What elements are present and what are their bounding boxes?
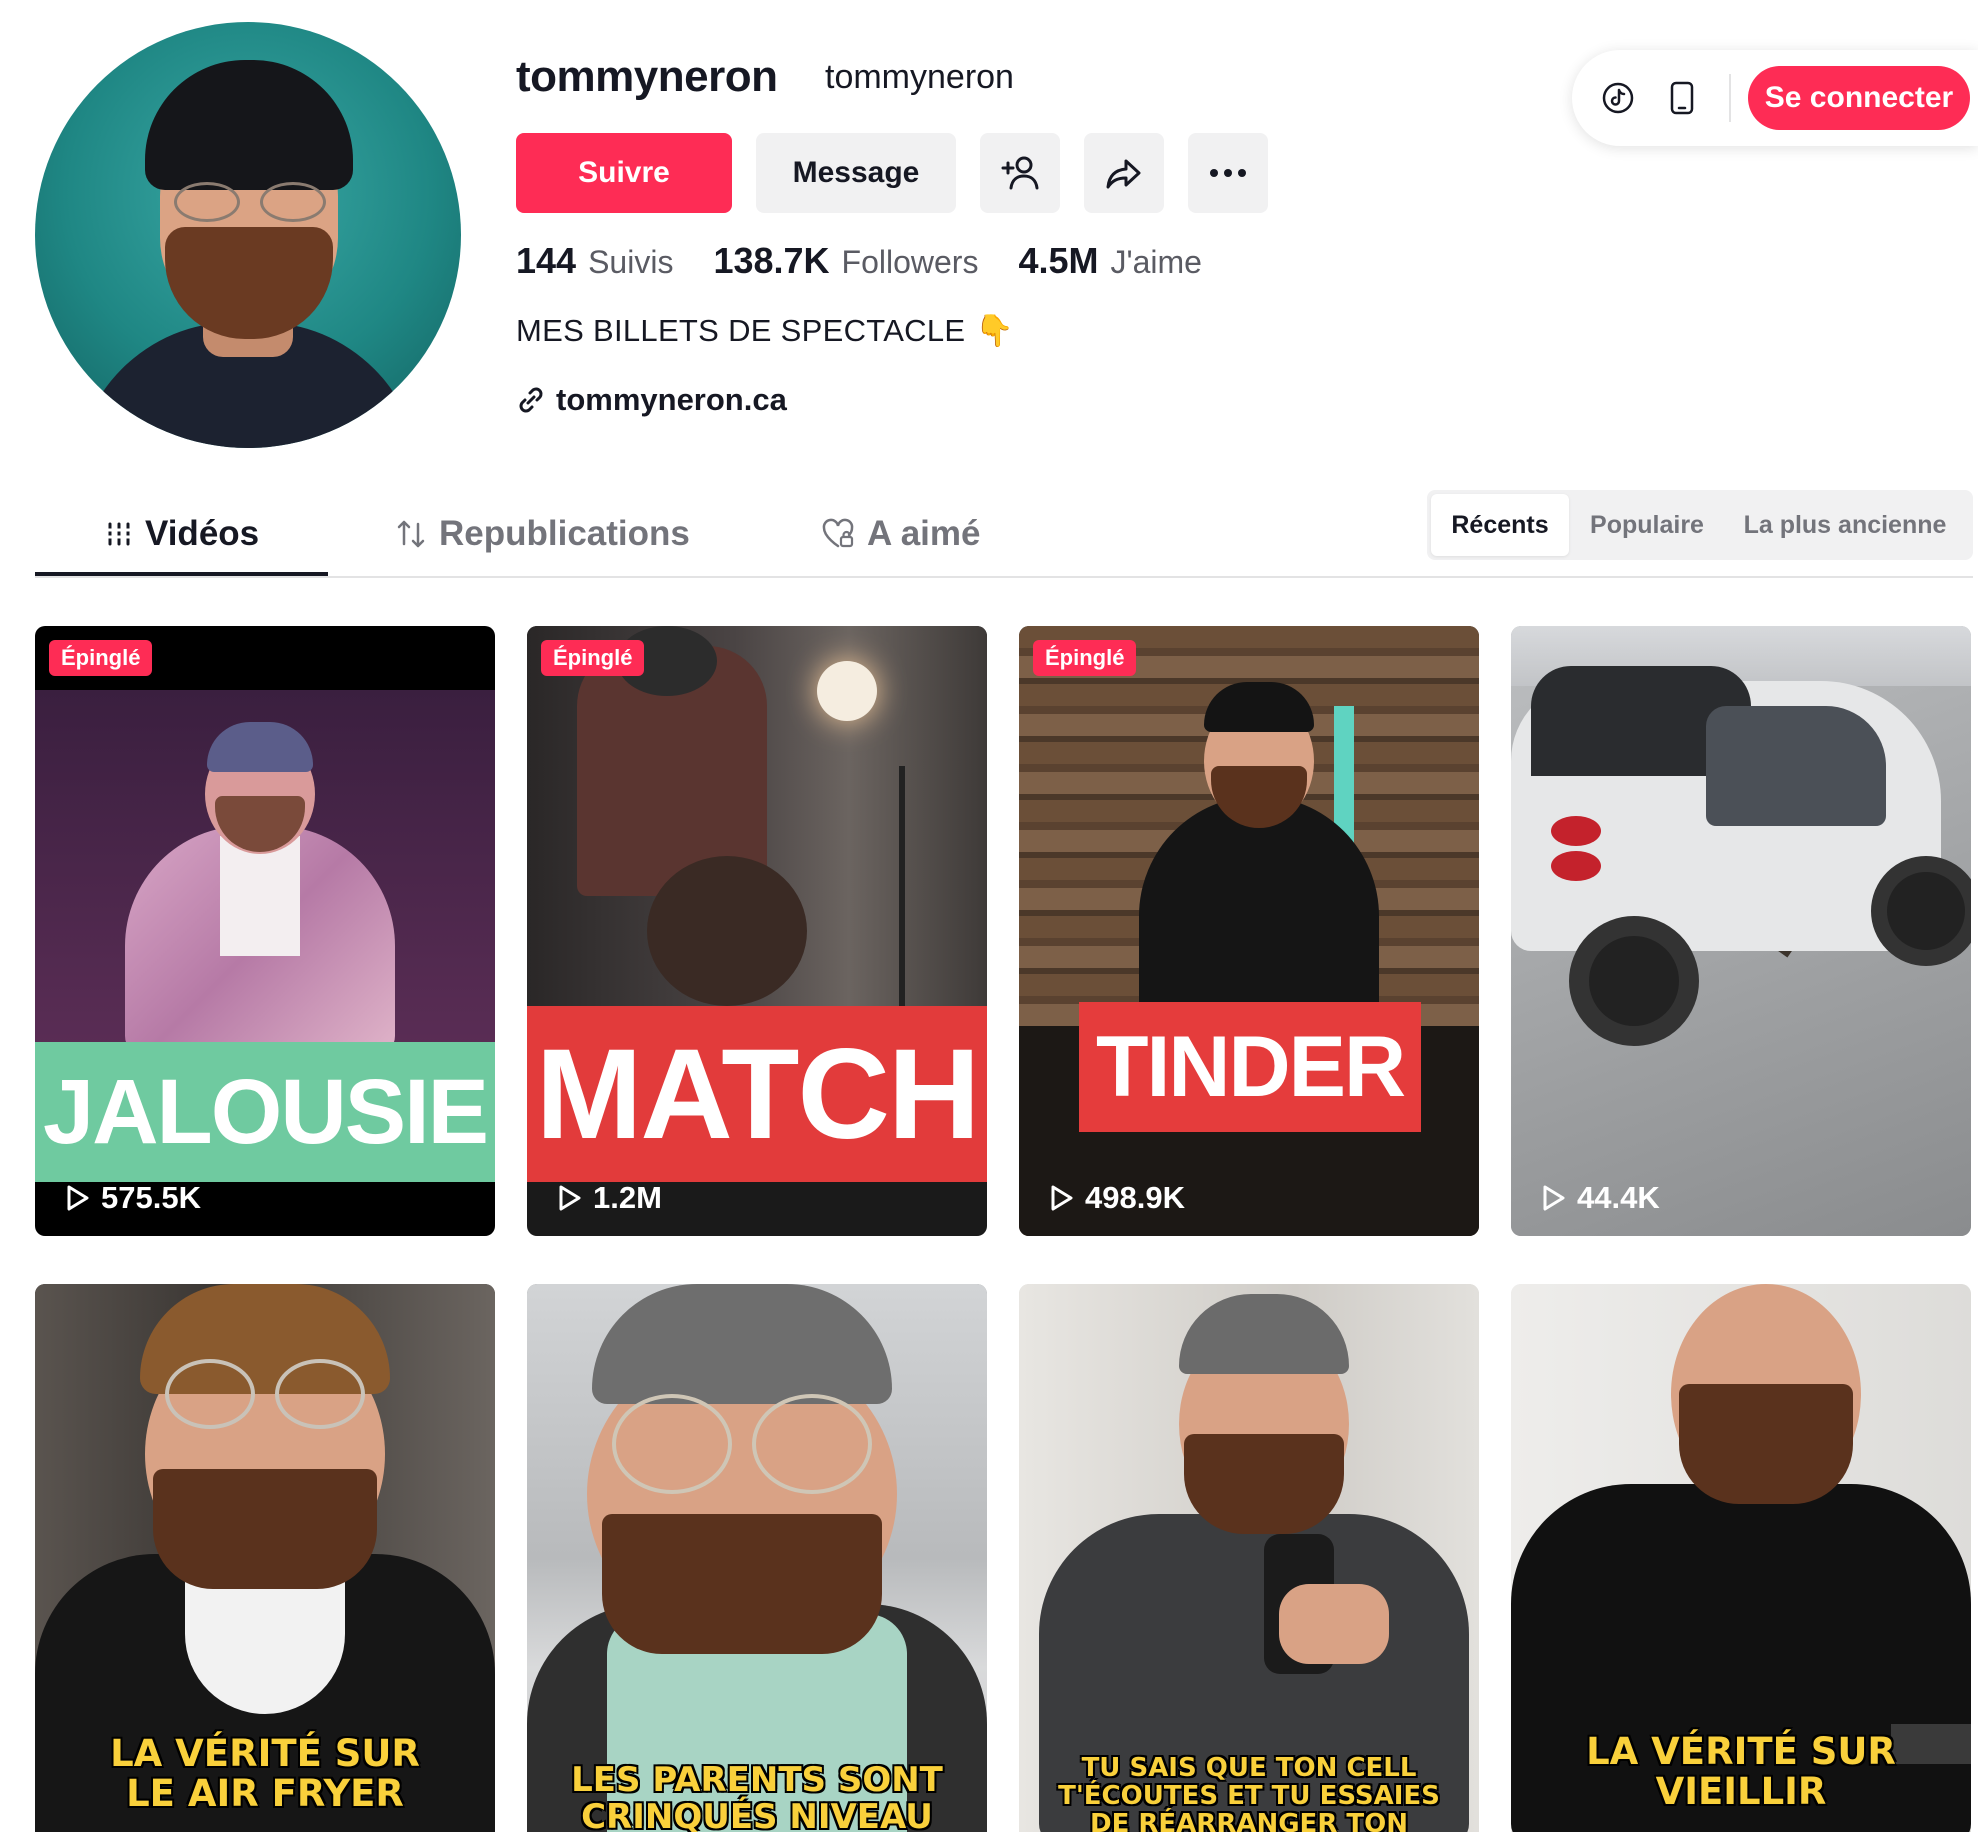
more-options-button[interactable] — [1188, 133, 1268, 213]
video-card[interactable]: LES PARENTS SONT CRINQUÉS NIVEAU — [527, 1284, 987, 1832]
video-thumbnail — [527, 1284, 987, 1832]
share-icon — [1106, 159, 1141, 189]
stat-followers[interactable]: 138.7K Followers — [713, 240, 978, 282]
video-card[interactable]: LA VÉRITÉ SUR VIEILLIR — [1511, 1284, 1971, 1832]
video-thumbnail — [1019, 626, 1479, 1236]
more-dots-icon — [1210, 169, 1246, 177]
link-icon — [519, 387, 543, 413]
play-icon — [67, 1185, 89, 1211]
add-friend-button[interactable] — [980, 133, 1060, 213]
active-tab-indicator — [35, 572, 328, 576]
video-card[interactable]: 44.4K — [1511, 626, 1971, 1236]
grid-icon — [107, 522, 131, 546]
video-caption: LA VÉRITÉ SUR LE AIR FRYER — [110, 1732, 420, 1815]
profile-bio: MES BILLETS DE SPECTACLE 👇 — [516, 313, 1015, 348]
video-thumbnail — [1019, 1284, 1479, 1832]
follow-button[interactable]: Suivre — [516, 133, 732, 213]
play-icon — [559, 1185, 581, 1211]
divider — [1729, 74, 1731, 122]
view-count: 575.5K — [65, 1180, 201, 1216]
profile-avatar[interactable] — [35, 22, 461, 448]
video-caption: LA VÉRITÉ SUR VIEILLIR — [1586, 1730, 1896, 1813]
stat-following[interactable]: 144 Suivis — [516, 240, 673, 282]
video-overlay-text: MATCH — [527, 1006, 987, 1182]
share-button[interactable] — [1084, 133, 1164, 213]
profile-link[interactable]: tommyneron.ca — [516, 382, 787, 418]
video-card[interactable]: LA VÉRITÉ SUR LE AIR FRYER — [35, 1284, 495, 1832]
profile-page: tommyneron tommyneron Suivre Message 144… — [0, 0, 1978, 1832]
add-user-icon — [1001, 156, 1039, 190]
view-count: 498.9K — [1049, 1180, 1185, 1216]
video-overlay-text: TINDER — [1079, 1002, 1421, 1132]
pointing-down-emoji: 👇 — [975, 313, 1015, 348]
heart-lock-icon — [822, 518, 854, 548]
sort-selector: Récents Populaire La plus ancienne — [1427, 490, 1973, 560]
play-icon — [1051, 1185, 1073, 1211]
video-thumbnail — [1511, 626, 1971, 1236]
repost-icon — [397, 520, 425, 548]
login-button[interactable]: Se connecter — [1748, 66, 1970, 130]
profile-nickname: tommyneron — [825, 58, 1014, 96]
view-count: 1.2M — [557, 1180, 662, 1216]
play-icon — [1543, 1185, 1565, 1211]
profile-stats: 144 Suivis 138.7K Followers 4.5M J'aime — [516, 240, 1242, 282]
tiktok-icon[interactable] — [1598, 78, 1638, 118]
profile-username: tommyneron — [516, 52, 778, 101]
video-card[interactable]: Épinglé TINDER 498.9K — [1019, 626, 1479, 1236]
video-caption: LES PARENTS SONT CRINQUÉS NIVEAU — [571, 1760, 943, 1832]
video-card[interactable]: Épinglé JALOUSIE 575.5K — [35, 626, 495, 1236]
video-card[interactable]: TU SAIS QUE TON CELL T'ÉCOUTES ET TU ESS… — [1019, 1284, 1479, 1832]
message-button[interactable]: Message — [756, 133, 956, 213]
video-caption: TU SAIS QUE TON CELL T'ÉCOUTES ET TU ESS… — [1058, 1753, 1440, 1832]
tab-liked[interactable]: A aimé — [821, 504, 980, 564]
tab-videos[interactable]: Vidéos — [105, 504, 259, 564]
sort-oldest[interactable]: La plus ancienne — [1725, 494, 1965, 556]
sort-recent[interactable]: Récents — [1431, 494, 1569, 556]
tab-reposts[interactable]: Republications — [395, 504, 690, 564]
pinned-badge: Épinglé — [1033, 640, 1137, 676]
view-count: 44.4K — [1541, 1180, 1660, 1216]
phone-icon[interactable] — [1662, 78, 1702, 118]
sort-popular[interactable]: Populaire — [1569, 494, 1725, 556]
video-overlay-text: JALOUSIE — [35, 1042, 495, 1182]
stat-likes: 4.5M J'aime — [1018, 240, 1202, 281]
pinned-badge: Épinglé — [541, 640, 645, 676]
video-card[interactable]: Épinglé MATCH 1.2M — [527, 626, 987, 1236]
top-action-bar: Se connecter — [1572, 50, 1978, 146]
pinned-badge: Épinglé — [49, 640, 153, 676]
